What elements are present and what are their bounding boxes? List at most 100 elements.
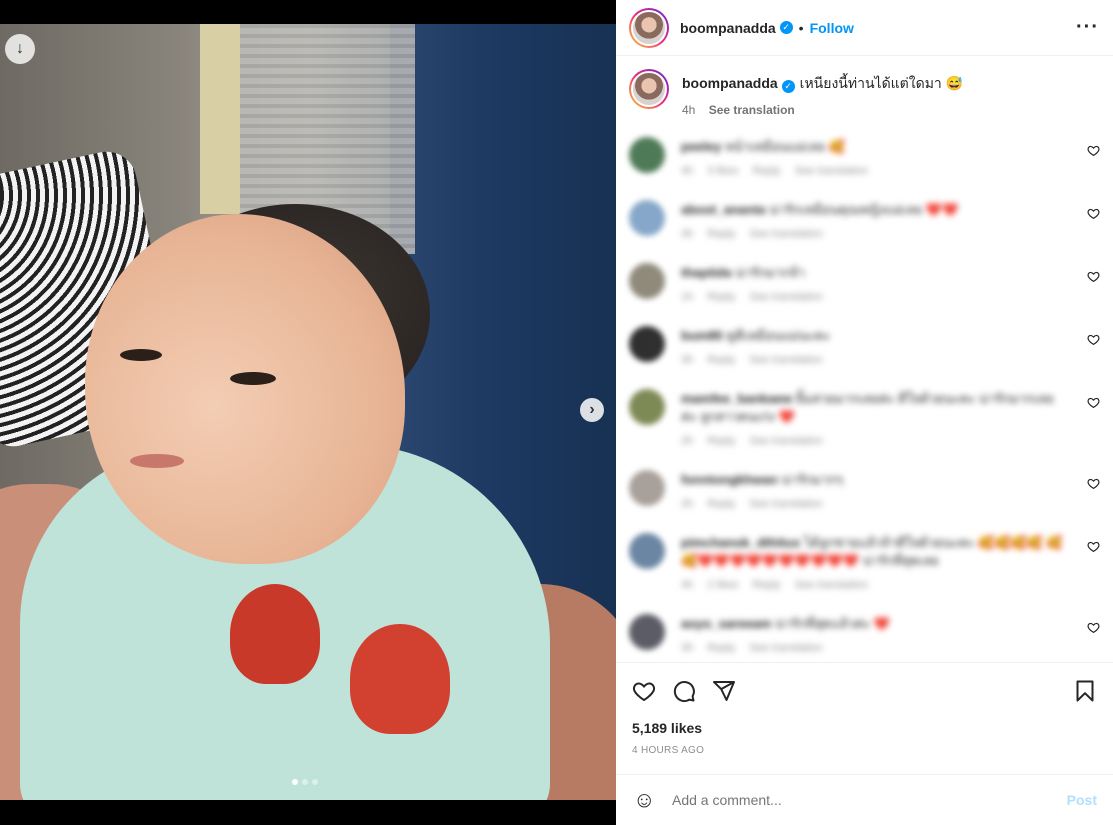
- separator-dot: •: [798, 19, 804, 36]
- caption: boompanadda ✓ เหนียงนี้ท่านได้แต่ใดมา 😅 4h…: [616, 56, 1113, 130]
- post-header: boompanadda ✓ • Follow ···: [616, 0, 1113, 56]
- comment-item: aboot_ananta น่ารักเหมือนคุณหญิงแม่เลย ❤…: [616, 193, 1113, 240]
- see-translation-link[interactable]: See translation: [749, 435, 822, 447]
- avatar[interactable]: [629, 69, 669, 109]
- comment-text: หน้าเหมือนแม่เลย 🥰: [725, 139, 845, 154]
- comment-like-heart-icon[interactable]: [1087, 477, 1100, 493]
- carousel-dot: [292, 779, 298, 785]
- comment-age[interactable]: 3h: [681, 354, 693, 366]
- comment-avatar[interactable]: [629, 470, 665, 506]
- carousel-dots: [292, 779, 318, 785]
- comment-text: ดูดีเหมือนแม่นะคะ: [726, 328, 831, 343]
- comment-item: peeley หน้าเหมือนแม่เลย 🥰 4h 3 likes Reply S…: [616, 130, 1113, 177]
- comment-avatar[interactable]: [629, 137, 665, 173]
- comment-username[interactable]: fonntongkhwan: [681, 472, 778, 487]
- reply-link[interactable]: Reply: [752, 165, 780, 177]
- comment-username[interactable]: mamfee_bankaew: [681, 391, 792, 406]
- verified-badge-icon: ✓: [781, 80, 795, 93]
- caption-text: เหนียงนี้ท่านได้แต่ใดมา 😅: [799, 75, 964, 91]
- see-translation-link[interactable]: See translation: [795, 579, 868, 591]
- post-timestamp[interactable]: 4 HOURS AGO: [632, 745, 1097, 756]
- comment-like-heart-icon[interactable]: [1087, 396, 1100, 412]
- instagram-post: ↓ › boompanadda ✓ • Follow ··· boompanad…: [0, 0, 1113, 825]
- avatar[interactable]: [629, 7, 669, 48]
- action-bar: 5,189 likes 4 HOURS AGO: [616, 662, 1113, 774]
- comment-like-heart-icon[interactable]: [1087, 270, 1100, 286]
- comment-age[interactable]: 2h: [681, 498, 693, 510]
- comment-text: น่ารักมากๆ: [781, 472, 844, 487]
- comment-item: pimchanok_dthitus ได้ลูกชายแล้วจ้าดีใจด้…: [616, 526, 1113, 591]
- more-options-icon[interactable]: ···: [1076, 16, 1099, 39]
- comment-item: mamfee_bankaew ยิ้มสวยมากเลยค่ะ ดีใจด้วย…: [616, 382, 1113, 447]
- like-heart-icon[interactable]: [632, 679, 656, 703]
- reply-link[interactable]: Reply: [707, 354, 735, 366]
- post-photo[interactable]: [0, 24, 616, 800]
- comment-like-heart-icon[interactable]: [1087, 333, 1100, 349]
- comment-avatar[interactable]: [629, 263, 665, 299]
- post-sidebar: boompanadda ✓ • Follow ··· boompanadda ✓ เ…: [616, 0, 1113, 825]
- comment-avatar[interactable]: [629, 326, 665, 362]
- comment-avatar[interactable]: [629, 614, 665, 650]
- reply-link[interactable]: Reply: [707, 642, 735, 654]
- emoji-icon[interactable]: ☺: [633, 787, 657, 813]
- carousel-dot: [312, 779, 318, 785]
- see-translation-link[interactable]: See translation: [749, 642, 822, 654]
- comment-like-heart-icon[interactable]: [1087, 207, 1100, 223]
- comment-age[interactable]: 1h: [681, 291, 693, 303]
- comment-avatar[interactable]: [629, 533, 665, 569]
- comment-list[interactable]: peeley หน้าเหมือนแม่เลย 🥰 4h 3 likes Reply S…: [616, 130, 1113, 662]
- carousel-dot: [302, 779, 308, 785]
- comment-item: thaptida น่ารักมากจ้า 1h Reply See translat…: [616, 256, 1113, 303]
- comment-likes[interactable]: 3 likes: [707, 165, 738, 177]
- see-translation-link[interactable]: See translation: [749, 291, 822, 303]
- comment-username[interactable]: bum80: [681, 328, 723, 343]
- comment-text: น่ารักที่สุดแล้วค่ะ ❤️: [774, 616, 891, 631]
- see-translation-link[interactable]: See translation: [709, 103, 795, 117]
- caption-age[interactable]: 4h: [682, 103, 695, 117]
- comment-item: fonntongkhwan น่ารักมากๆ 2h Reply See trans…: [616, 463, 1113, 510]
- comment-item: bum80 ดูดีเหมือนแม่นะคะ 3h Reply See transl…: [616, 319, 1113, 366]
- add-comment-bar: ☺ Post: [616, 774, 1113, 825]
- comment-like-heart-icon[interactable]: [1087, 144, 1100, 160]
- comment-text: น่ารักมากจ้า: [735, 265, 805, 280]
- verified-badge-icon: ✓: [779, 21, 793, 34]
- next-slide-button[interactable]: ›: [580, 398, 604, 422]
- comment-username[interactable]: aboot_ananta: [681, 202, 766, 217]
- comment-text: น่ารักเหมือนคุณหญิงแม่เลย ❤️❤️: [769, 202, 959, 217]
- see-translation-link[interactable]: See translation: [749, 498, 822, 510]
- reply-link[interactable]: Reply: [707, 291, 735, 303]
- comment-username[interactable]: peeley: [681, 139, 721, 154]
- see-translation-link[interactable]: See translation: [749, 228, 822, 240]
- header-username[interactable]: boompanadda: [680, 20, 776, 36]
- comment-age[interactable]: 4h: [681, 165, 693, 177]
- comment-likes[interactable]: 2 likes: [707, 579, 738, 591]
- reply-link[interactable]: Reply: [707, 228, 735, 240]
- reply-link[interactable]: Reply: [707, 435, 735, 447]
- follow-button[interactable]: Follow: [810, 20, 854, 36]
- comment-input[interactable]: [672, 792, 1067, 808]
- comment-age[interactable]: 2h: [681, 435, 693, 447]
- comment-like-heart-icon[interactable]: [1087, 540, 1100, 556]
- reply-link[interactable]: Reply: [752, 579, 780, 591]
- bookmark-icon[interactable]: [1073, 679, 1097, 703]
- reply-link[interactable]: Reply: [707, 498, 735, 510]
- download-icon[interactable]: ↓: [5, 34, 35, 64]
- caption-username[interactable]: boompanadda: [682, 75, 778, 91]
- comment-age[interactable]: 3h: [681, 642, 693, 654]
- share-icon[interactable]: [712, 679, 736, 703]
- likes-count[interactable]: 5,189 likes: [632, 720, 1097, 736]
- media-pane: ↓ ›: [0, 0, 616, 825]
- post-comment-button[interactable]: Post: [1067, 792, 1097, 808]
- comment-username[interactable]: thaptida: [681, 265, 732, 280]
- comment-age[interactable]: 3h: [681, 228, 693, 240]
- comment-like-heart-icon[interactable]: [1087, 621, 1100, 637]
- comment-item: aoyo_sareeam น่ารักที่สุดแล้วค่ะ ❤️ 3h Rep…: [616, 607, 1113, 654]
- comment-avatar[interactable]: [629, 389, 665, 425]
- comment-icon[interactable]: [672, 679, 696, 703]
- comment-age[interactable]: 4h: [681, 579, 693, 591]
- comment-username[interactable]: pimchanok_dthitus: [681, 535, 800, 550]
- comment-username[interactable]: aoyo_sareeam: [681, 616, 771, 631]
- comment-avatar[interactable]: [629, 200, 665, 236]
- see-translation-link[interactable]: See translation: [749, 354, 822, 366]
- see-translation-link[interactable]: See translation: [795, 165, 868, 177]
